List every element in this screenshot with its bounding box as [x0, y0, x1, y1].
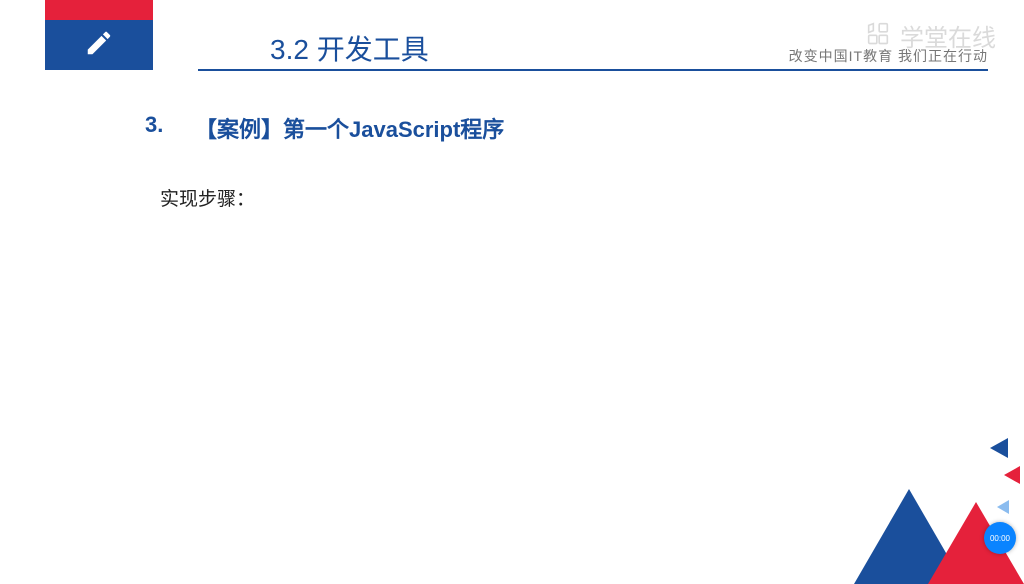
watermark: 学堂在线 — [864, 18, 996, 53]
body-text: 实现步骤： — [160, 184, 255, 211]
pencil-tab — [45, 20, 153, 70]
watermark-text: 学堂在线 — [900, 18, 996, 53]
section-number: 3. — [145, 112, 163, 138]
decorative-red-bar — [45, 0, 153, 20]
decorative-triangle — [990, 438, 1008, 458]
section-title: 【案例】第一个JavaScript程序 — [195, 112, 504, 144]
timestamp-badge: 00:00 — [984, 522, 1016, 554]
decorative-triangle — [1004, 466, 1020, 484]
slide-title: 3.2 开发工具 — [270, 28, 429, 68]
grid-logo-icon — [864, 19, 892, 52]
divider-line — [198, 69, 988, 71]
pencil-icon — [84, 28, 114, 63]
